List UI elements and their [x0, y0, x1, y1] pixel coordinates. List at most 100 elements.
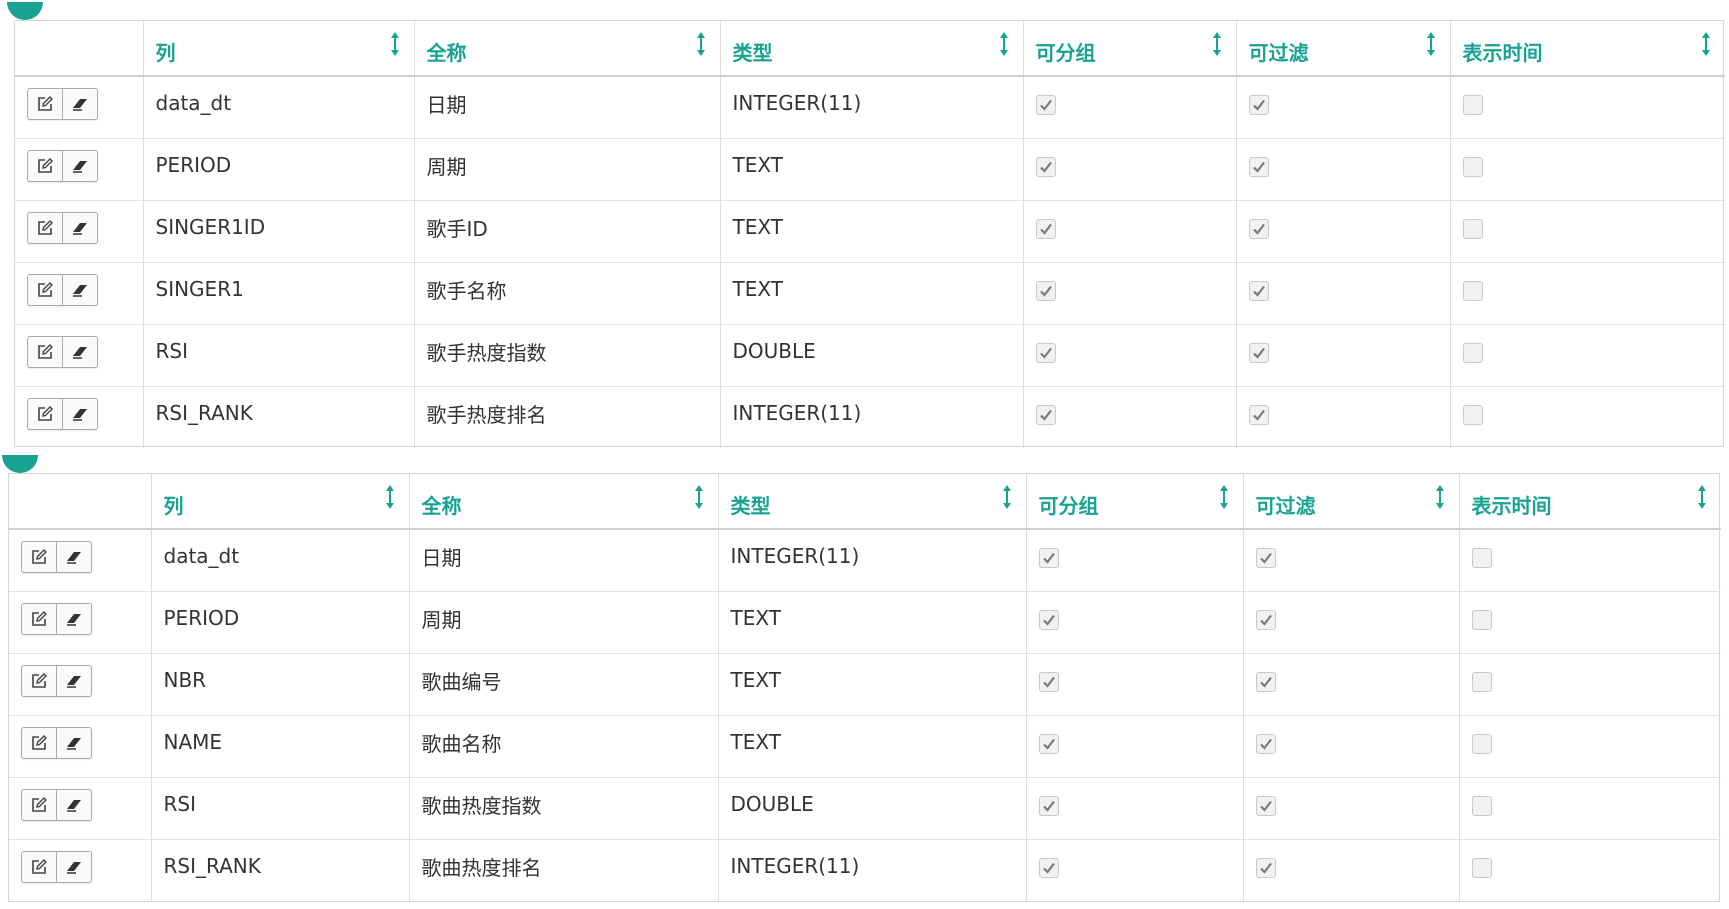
edit-button[interactable] — [22, 604, 56, 634]
cell-type: INTEGER(11) — [718, 839, 1027, 901]
groupable-checkbox[interactable] — [1035, 404, 1056, 425]
header-label: 可分组 — [1038, 493, 1099, 518]
edit-button[interactable] — [22, 790, 56, 820]
header-filterable[interactable]: 可过滤 — [1243, 474, 1460, 530]
header-type[interactable]: 类型 — [718, 474, 1027, 530]
edit-button[interactable] — [22, 852, 56, 882]
is-time-checkbox[interactable] — [1471, 857, 1492, 878]
clear-button[interactable] — [62, 151, 97, 181]
table-row: PERIOD 周期 TEXT — [9, 591, 1721, 654]
filterable-checkbox[interactable] — [1248, 218, 1269, 239]
cell-column: NBR — [151, 653, 410, 716]
is-time-checkbox[interactable] — [1471, 547, 1492, 568]
edit-button[interactable] — [28, 89, 62, 119]
groupable-checkbox[interactable] — [1038, 733, 1059, 754]
clear-button[interactable] — [56, 604, 91, 634]
is-time-checkbox[interactable] — [1462, 342, 1483, 363]
eraser-icon — [73, 347, 87, 359]
filterable-checkbox[interactable] — [1255, 671, 1276, 692]
header-groupable[interactable]: 可分组 — [1026, 474, 1244, 530]
clear-button[interactable] — [62, 89, 97, 120]
header-label: 全称 — [421, 493, 462, 518]
clear-button[interactable] — [56, 728, 91, 758]
is-time-checkbox[interactable] — [1462, 156, 1483, 177]
cell-is-time — [1459, 591, 1721, 654]
header-fullname[interactable]: 全称 — [409, 474, 719, 530]
sort-icon[interactable] — [1002, 484, 1012, 510]
header-fullname[interactable]: 全称 — [414, 21, 721, 77]
filterable-checkbox[interactable] — [1248, 280, 1269, 301]
row-actions — [9, 839, 152, 901]
filterable-checkbox[interactable] — [1255, 857, 1276, 878]
filterable-checkbox[interactable] — [1248, 342, 1269, 363]
clear-button[interactable] — [62, 275, 97, 305]
edit-button[interactable] — [28, 151, 62, 181]
groupable-checkbox[interactable] — [1038, 547, 1059, 568]
cell-filterable — [1243, 715, 1460, 778]
header-type[interactable]: 类型 — [720, 21, 1024, 77]
is-time-checkbox[interactable] — [1462, 94, 1483, 115]
header-is-time[interactable]: 表示时间 — [1459, 474, 1721, 530]
edit-button[interactable] — [22, 728, 56, 758]
edit-button[interactable] — [28, 399, 62, 429]
clear-button[interactable] — [62, 213, 97, 243]
groupable-checkbox[interactable] — [1035, 156, 1056, 177]
edit-button[interactable] — [22, 542, 56, 572]
clear-button[interactable] — [56, 790, 91, 820]
sort-icon[interactable] — [694, 484, 704, 510]
groupable-checkbox[interactable] — [1038, 671, 1059, 692]
cell-filterable — [1236, 324, 1451, 387]
is-time-checkbox[interactable] — [1462, 404, 1483, 425]
sort-icon[interactable] — [1212, 31, 1222, 57]
header-filterable[interactable]: 可过滤 — [1236, 21, 1451, 77]
filterable-checkbox[interactable] — [1248, 156, 1269, 177]
sort-icon[interactable] — [390, 31, 400, 57]
sort-icon[interactable] — [1426, 31, 1436, 57]
sort-icon[interactable] — [1219, 484, 1229, 510]
clear-button[interactable] — [56, 542, 91, 573]
groupable-checkbox[interactable] — [1038, 795, 1059, 816]
sort-icon[interactable] — [1697, 484, 1707, 510]
edit-button[interactable] — [28, 337, 62, 367]
header-is-time[interactable]: 表示时间 — [1450, 21, 1725, 77]
groupable-checkbox[interactable] — [1038, 609, 1059, 630]
clear-button[interactable] — [62, 337, 97, 367]
is-time-checkbox[interactable] — [1471, 733, 1492, 754]
sort-icon[interactable] — [1701, 31, 1711, 57]
sort-icon[interactable] — [385, 484, 395, 510]
filterable-checkbox[interactable] — [1255, 733, 1276, 754]
is-time-checkbox[interactable] — [1471, 609, 1492, 630]
sort-icon[interactable] — [696, 31, 706, 57]
sort-icon[interactable] — [1435, 484, 1445, 510]
is-time-checkbox[interactable] — [1462, 280, 1483, 301]
filterable-checkbox[interactable] — [1248, 94, 1269, 115]
groupable-checkbox[interactable] — [1038, 857, 1059, 878]
filterable-checkbox[interactable] — [1255, 547, 1276, 568]
groupable-checkbox[interactable] — [1035, 94, 1056, 115]
check-icon — [1039, 409, 1052, 421]
groupable-checkbox[interactable] — [1035, 280, 1056, 301]
edit-button[interactable] — [22, 666, 56, 696]
sort-icon[interactable] — [999, 31, 1009, 57]
groupable-checkbox[interactable] — [1035, 342, 1056, 363]
filterable-checkbox[interactable] — [1248, 404, 1269, 425]
cell-is-time — [1450, 200, 1725, 263]
cell-is-time — [1459, 839, 1721, 901]
is-time-checkbox[interactable] — [1471, 671, 1492, 692]
row-action-buttons — [21, 665, 92, 697]
header-column[interactable]: 列 — [143, 21, 415, 77]
row-action-buttons — [27, 274, 98, 306]
header-column[interactable]: 列 — [151, 474, 410, 530]
filterable-checkbox[interactable] — [1255, 609, 1276, 630]
clear-button[interactable] — [56, 666, 91, 696]
clear-button[interactable] — [56, 852, 91, 883]
is-time-checkbox[interactable] — [1471, 795, 1492, 816]
filterable-checkbox[interactable] — [1255, 795, 1276, 816]
groupable-checkbox[interactable] — [1035, 218, 1056, 239]
header-groupable[interactable]: 可分组 — [1023, 21, 1237, 77]
edit-button[interactable] — [28, 213, 62, 243]
is-time-checkbox[interactable] — [1462, 218, 1483, 239]
edit-button[interactable] — [28, 275, 62, 305]
cell-fullname: 歌手热度指数 — [414, 324, 721, 387]
clear-button[interactable] — [62, 399, 97, 430]
